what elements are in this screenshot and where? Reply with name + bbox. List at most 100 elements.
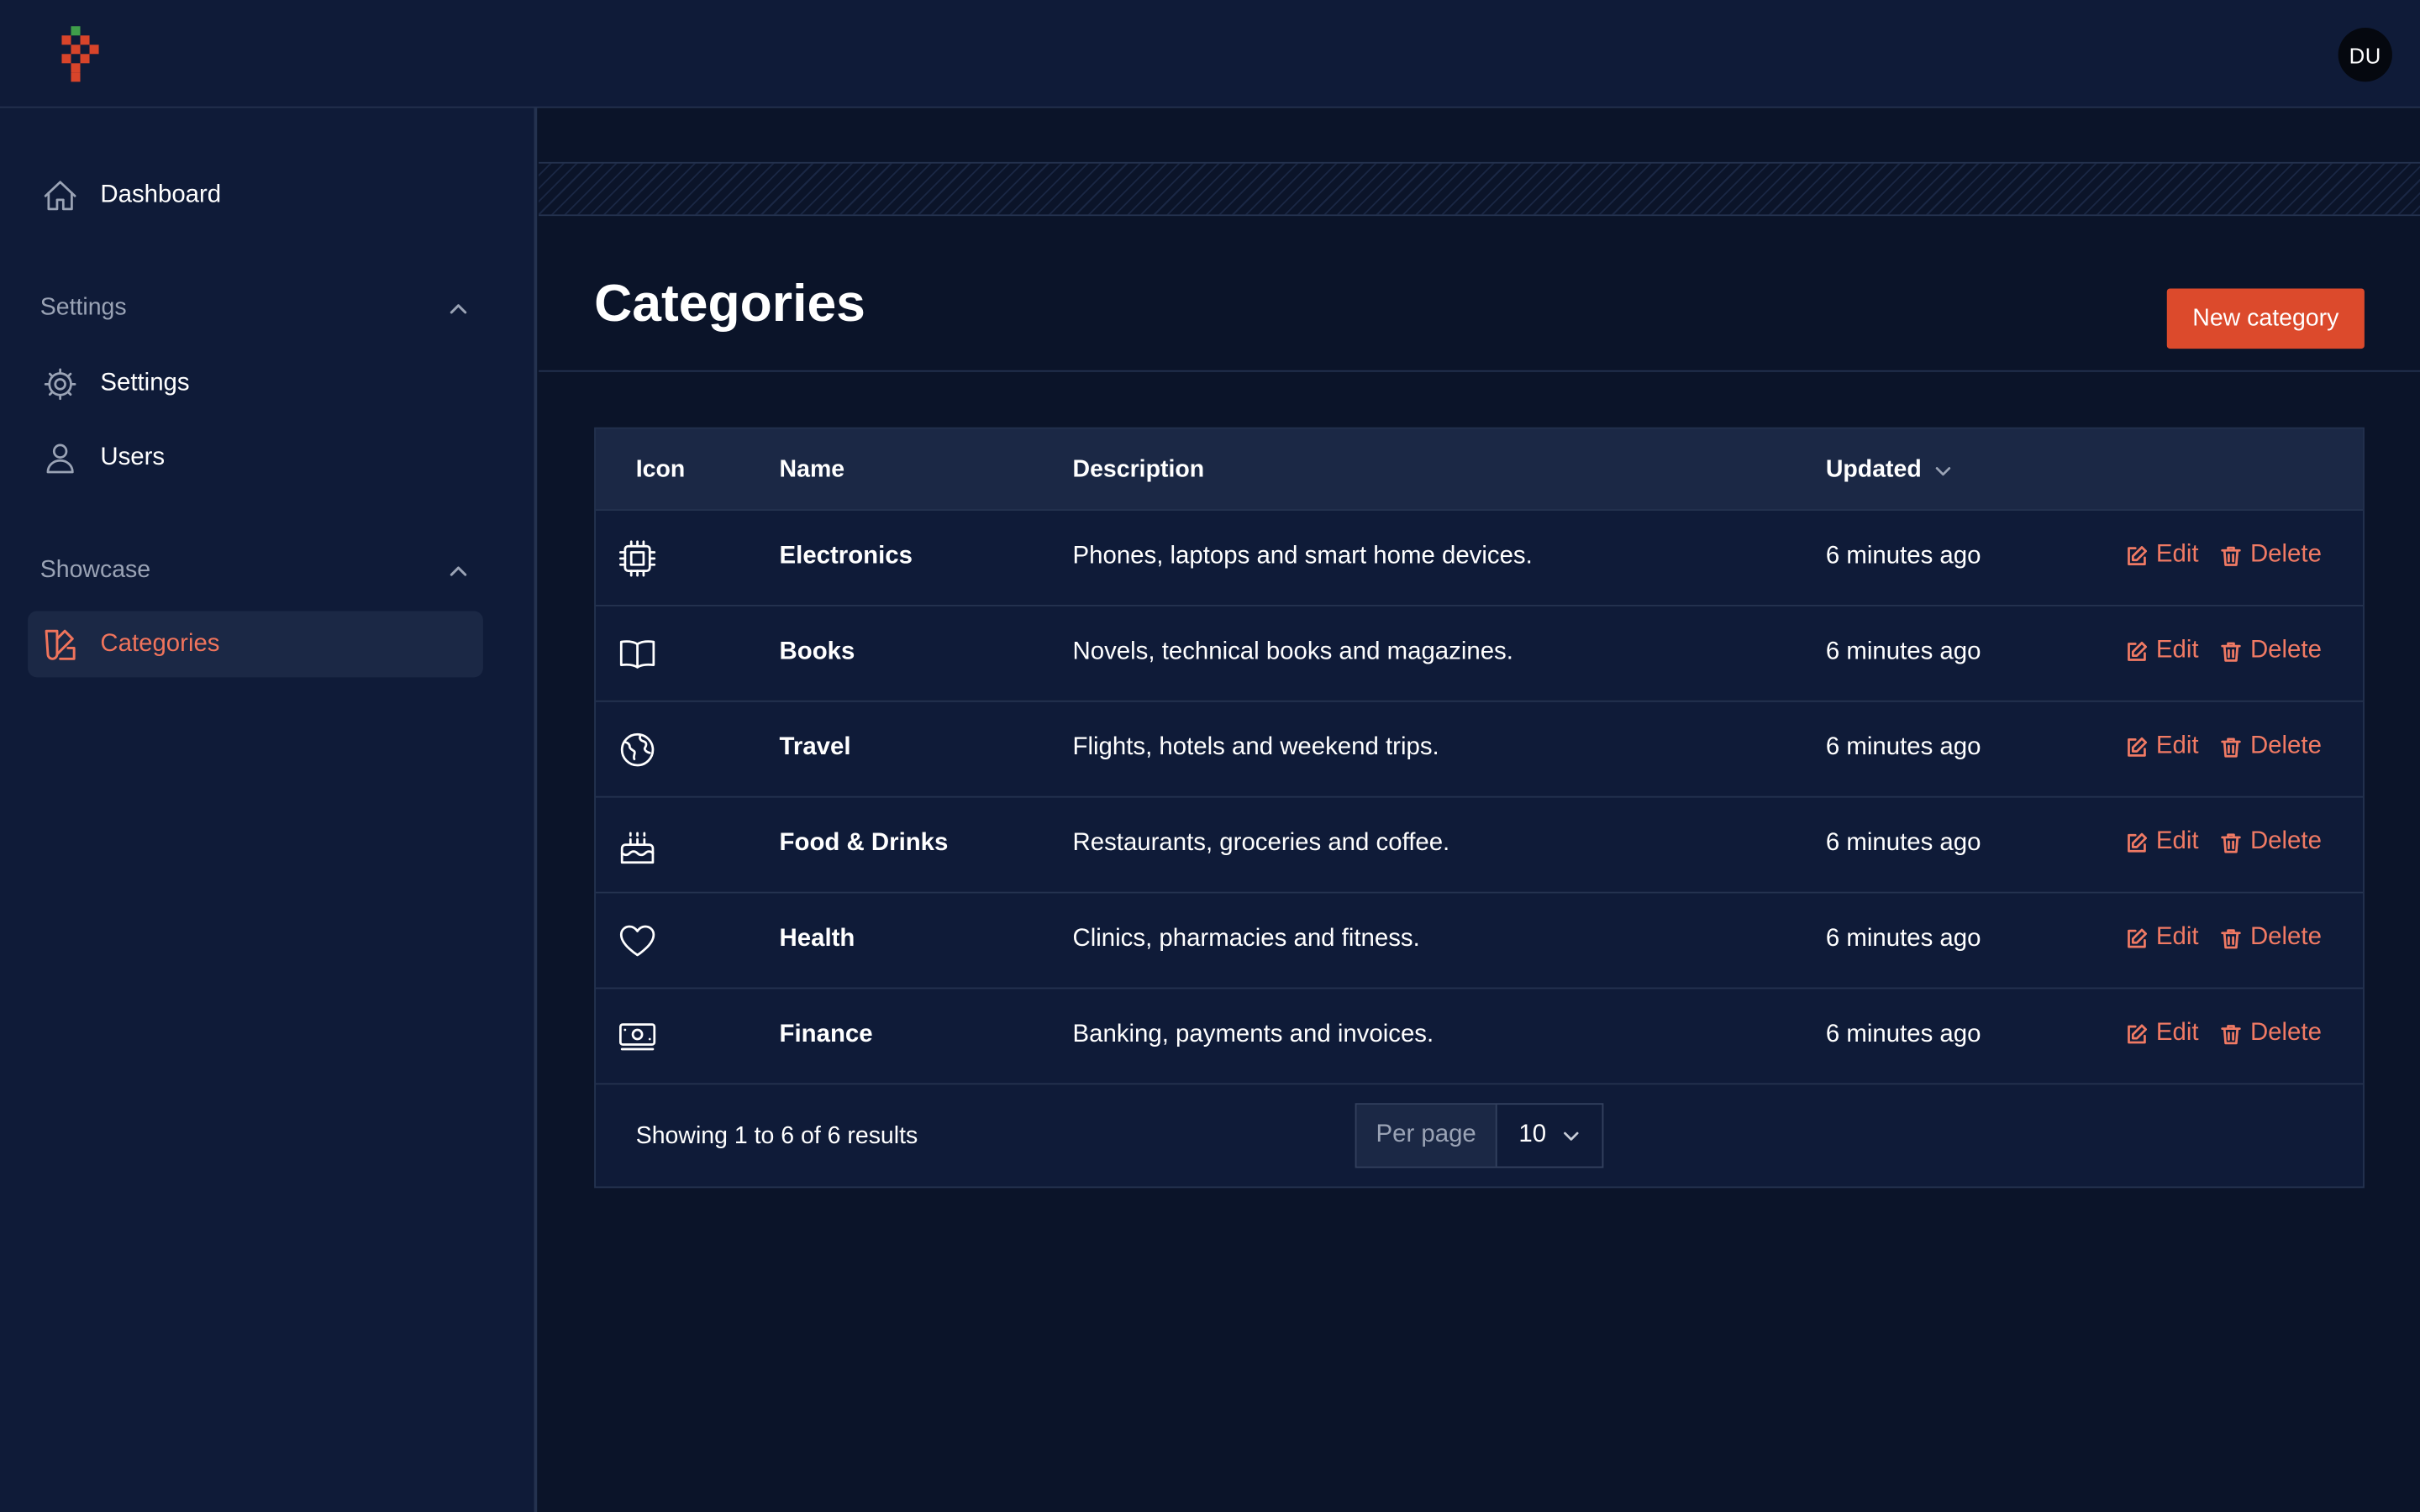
edit-button[interactable]: Edit bbox=[2125, 732, 2199, 760]
pencil-square-icon bbox=[2128, 545, 2148, 565]
app-window: DU Dashboard Settings Settings Users Sho… bbox=[0, 0, 2420, 1512]
pencil-square-icon bbox=[2128, 927, 2148, 948]
hatched-banner bbox=[539, 161, 2420, 217]
page-title: Categories bbox=[594, 274, 865, 333]
category-name: Food & Drinks bbox=[779, 830, 949, 857]
table-row: Electronics Phones, laptops and smart ho… bbox=[595, 511, 2364, 606]
delete-button[interactable]: Delete bbox=[2219, 542, 2322, 570]
sidebar-group-settings[interactable]: Settings bbox=[40, 291, 470, 325]
edit-label: Edit bbox=[2155, 1020, 2199, 1047]
chevron-up-icon[interactable] bbox=[448, 560, 470, 582]
per-page-select[interactable]: Per page 10 bbox=[1355, 1103, 1604, 1168]
category-name: Health bbox=[779, 926, 855, 953]
edit-button[interactable]: Edit bbox=[2125, 924, 2199, 952]
swatch-icon bbox=[45, 628, 76, 659]
gear-icon bbox=[44, 367, 76, 400]
column-header-label: Updated bbox=[1825, 456, 1922, 483]
category-updated: 6 minutes ago bbox=[1825, 734, 1981, 761]
categories-table: Icon Name Description Updated Electronic… bbox=[594, 427, 2365, 1189]
delete-button[interactable]: Delete bbox=[2219, 924, 2322, 952]
chevron-down-icon[interactable] bbox=[1933, 461, 1952, 480]
category-description: Novels, technical books and magazines. bbox=[1072, 638, 1513, 665]
per-page-selected: 10 bbox=[1518, 1121, 1547, 1148]
delete-button[interactable]: Delete bbox=[2219, 732, 2322, 760]
delete-label: Delete bbox=[2249, 732, 2322, 759]
delete-button[interactable]: Delete bbox=[2219, 638, 2322, 665]
column-header-icon: Icon bbox=[635, 456, 686, 483]
table-row: Travel Flights, hotels and weekend trips… bbox=[595, 702, 2364, 798]
top-bar: DU bbox=[0, 0, 2420, 108]
trash-icon bbox=[2221, 832, 2241, 853]
trash-icon bbox=[2221, 737, 2241, 757]
category-description: Restaurants, groceries and coffee. bbox=[1072, 830, 1450, 857]
sidebar-item-label: Dashboard bbox=[100, 181, 222, 208]
pencil-square-icon bbox=[2128, 641, 2148, 660]
sidebar-item-label: Categories bbox=[100, 630, 220, 657]
table-header: Icon Name Description Updated bbox=[595, 428, 2364, 511]
delete-label: Delete bbox=[2249, 637, 2322, 664]
edit-button[interactable]: Edit bbox=[2125, 828, 2199, 856]
cpu-chip-icon bbox=[618, 538, 658, 579]
user-icon bbox=[46, 443, 74, 473]
trash-icon bbox=[2221, 928, 2241, 948]
pencil-square-icon bbox=[2128, 832, 2148, 852]
category-description: Phones, laptops and smart home devices. bbox=[1072, 543, 1533, 570]
trash-icon bbox=[2221, 1024, 2241, 1044]
delete-label: Delete bbox=[2249, 924, 2322, 951]
main-content: Categories New category Icon Name Descri… bbox=[539, 108, 2420, 1512]
cake-icon bbox=[618, 826, 658, 866]
category-name: Finance bbox=[779, 1021, 873, 1048]
edit-label: Edit bbox=[2155, 541, 2199, 568]
sidebar-group-showcase[interactable]: Showcase bbox=[40, 554, 470, 587]
results-summary: Showing 1 to 6 of 6 results bbox=[635, 1123, 918, 1150]
table-row: Health Clinics, pharmacies and fitness. … bbox=[595, 893, 2364, 990]
category-updated: 6 minutes ago bbox=[1825, 543, 1981, 570]
table-row: Food & Drinks Restaurants, groceries and… bbox=[595, 798, 2364, 894]
new-category-button[interactable]: New category bbox=[2166, 288, 2365, 349]
edit-label: Edit bbox=[2155, 828, 2199, 855]
edit-label: Edit bbox=[2155, 732, 2199, 759]
delete-label: Delete bbox=[2249, 828, 2322, 855]
category-description: Clinics, pharmacies and fitness. bbox=[1072, 926, 1420, 953]
table-row: Finance Banking, payments and invoices. … bbox=[595, 989, 2364, 1085]
sidebar-group-label: Settings bbox=[39, 294, 127, 322]
sidebar-group-label: Showcase bbox=[39, 557, 151, 584]
divider bbox=[539, 370, 2420, 372]
sidebar-item-dashboard[interactable]: Dashboard bbox=[28, 162, 483, 228]
delete-button[interactable]: Delete bbox=[2219, 1020, 2322, 1047]
column-header-description: Description bbox=[1072, 456, 1205, 483]
heart-icon bbox=[618, 921, 658, 962]
edit-button[interactable]: Edit bbox=[2125, 637, 2199, 665]
sidebar-item-users[interactable]: Users bbox=[28, 424, 483, 491]
edit-button[interactable]: Edit bbox=[2125, 541, 2199, 570]
category-description: Flights, hotels and weekend trips. bbox=[1072, 734, 1439, 761]
globe-icon bbox=[618, 730, 658, 770]
table-row: Books Novels, technical books and magazi… bbox=[595, 606, 2364, 702]
trash-icon bbox=[2221, 641, 2241, 661]
column-header-updated[interactable]: Updated bbox=[1826, 457, 1953, 485]
per-page-value[interactable]: 10 bbox=[1497, 1105, 1602, 1166]
edit-label: Edit bbox=[2155, 924, 2199, 951]
sidebar-item-categories[interactable]: Categories bbox=[28, 611, 483, 678]
edit-label: Edit bbox=[2155, 637, 2199, 664]
banknotes-icon bbox=[618, 1016, 658, 1057]
trash-icon bbox=[2221, 545, 2241, 565]
category-description: Banking, payments and invoices. bbox=[1072, 1021, 1434, 1048]
logo[interactable] bbox=[57, 26, 103, 82]
category-updated: 6 minutes ago bbox=[1825, 1021, 1981, 1048]
category-name: Books bbox=[779, 638, 855, 665]
column-header-name: Name bbox=[779, 456, 845, 483]
sidebar-item-settings[interactable]: Settings bbox=[28, 350, 483, 417]
edit-button[interactable]: Edit bbox=[2125, 1020, 2199, 1047]
pencil-square-icon bbox=[2128, 1023, 2148, 1043]
category-name: Electronics bbox=[779, 543, 913, 570]
book-open-icon bbox=[618, 634, 658, 675]
delete-button[interactable]: Delete bbox=[2219, 828, 2322, 856]
avatar[interactable]: DU bbox=[2338, 28, 2392, 82]
delete-label: Delete bbox=[2249, 1020, 2322, 1047]
chevron-up-icon[interactable] bbox=[448, 297, 470, 319]
chevron-down-icon[interactable] bbox=[1562, 1126, 1581, 1145]
pencil-square-icon bbox=[2128, 736, 2148, 756]
sidebar-item-label: Settings bbox=[100, 369, 190, 396]
sidebar: Dashboard Settings Settings Users Showca… bbox=[0, 108, 538, 1512]
